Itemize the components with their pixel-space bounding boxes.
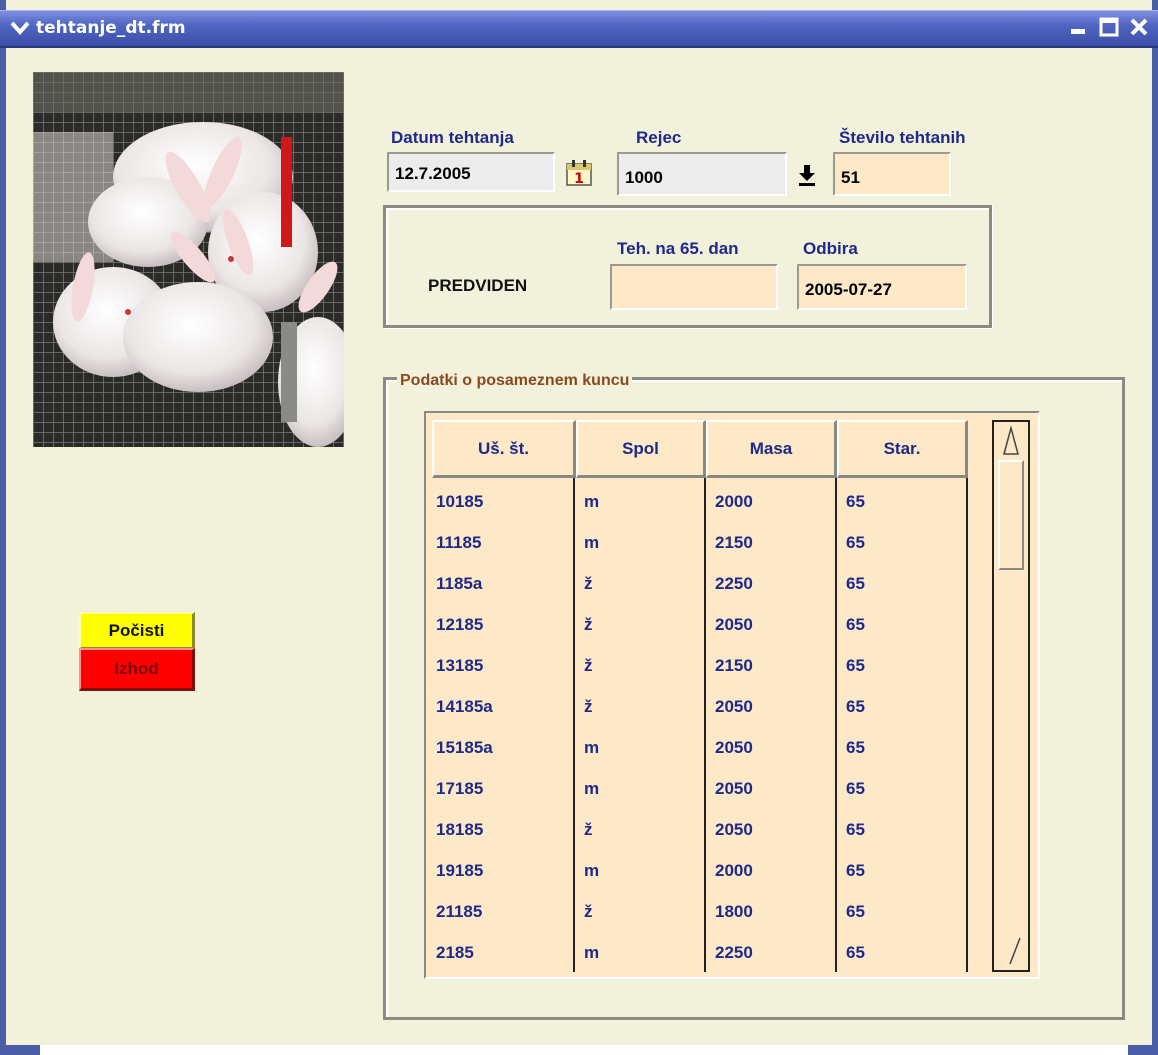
column-divider [704, 478, 706, 972]
close-icon-svg [1130, 18, 1148, 36]
cell-mass[interactable]: 1800 [715, 891, 753, 932]
download-arrow-icon[interactable] [790, 156, 824, 194]
cell-age[interactable]: 65 [846, 522, 865, 563]
cell-mass[interactable]: 2000 [715, 850, 753, 891]
rabbits-photo-svg [33, 72, 344, 447]
window-border-right [1128, 1045, 1158, 1055]
cell-sex[interactable]: ž [584, 563, 593, 604]
stevilo-field[interactable]: 51 [833, 152, 951, 196]
cell-id[interactable]: 17185 [436, 768, 483, 809]
cell-id[interactable]: 12185 [436, 604, 483, 645]
scroll-up-icon[interactable] [994, 424, 1028, 460]
title-bar[interactable]: tehtanje_dt.frm [0, 10, 1158, 48]
cell-sex[interactable]: ž [584, 645, 593, 686]
cell-age[interactable]: 65 [846, 481, 865, 522]
download-arrow-icon-svg [799, 165, 815, 186]
cell-id[interactable]: 2185 [436, 932, 474, 973]
cell-age[interactable]: 65 [846, 604, 865, 645]
cell-age[interactable]: 65 [846, 768, 865, 809]
column-header-age[interactable]: Star. [837, 420, 968, 478]
column-header-mass[interactable]: Masa [706, 420, 837, 478]
cell-id[interactable]: 18185 [436, 809, 483, 850]
minimize-icon-svg [1071, 29, 1085, 34]
scrollbar-thumb[interactable] [998, 460, 1024, 570]
cell-sex[interactable]: m [584, 932, 599, 973]
cell-mass[interactable]: 2050 [715, 686, 753, 727]
cell-id[interactable]: 10185 [436, 481, 483, 522]
cell-sex[interactable]: ž [584, 809, 593, 850]
cell-age[interactable]: 65 [846, 727, 865, 768]
cell-sex[interactable]: m [584, 768, 599, 809]
groupbox-label: Podatki o posameznem kuncu [397, 372, 633, 390]
column-header-sex[interactable]: Spol [576, 420, 706, 478]
calendar-icon[interactable]: 1 [562, 154, 596, 192]
cell-age[interactable]: 65 [846, 891, 865, 932]
table-scrollbar[interactable] [992, 420, 1030, 972]
cell-mass[interactable]: 2150 [715, 645, 753, 686]
window-border-left [0, 1045, 40, 1055]
odbira-field[interactable]: 2005-07-27 [797, 264, 967, 310]
column-header-id[interactable]: Uš. št. [432, 420, 576, 478]
maximize-icon[interactable] [1096, 16, 1122, 42]
cell-age[interactable]: 65 [846, 686, 865, 727]
window-title: tehtanje_dt.frm [36, 18, 186, 38]
rejec-label: Rejec [636, 128, 682, 147]
chevron-down-icon-svg [10, 21, 30, 36]
svg-text:1: 1 [574, 171, 584, 187]
odbira-label: Odbira [803, 239, 858, 258]
cell-id[interactable]: 21185 [436, 891, 482, 932]
column-divider [966, 478, 968, 972]
cell-id[interactable]: 15185a [436, 727, 493, 768]
cell-id[interactable]: 14185a [436, 686, 493, 727]
cell-mass[interactable]: 2050 [715, 809, 753, 850]
cell-sex[interactable]: m [584, 481, 599, 522]
cell-sex[interactable]: m [584, 522, 599, 563]
cell-mass[interactable]: 2050 [715, 604, 753, 645]
cell-mass[interactable]: 2050 [715, 727, 753, 768]
calendar-icon-svg: 1 [566, 160, 592, 187]
teh65-field[interactable] [610, 264, 778, 310]
stevilo-label: Število tehtanih [839, 128, 966, 147]
cell-mass[interactable]: 2250 [715, 563, 753, 604]
teh65-label: Teh. na 65. dan [617, 239, 739, 258]
cell-mass[interactable]: 2150 [715, 522, 753, 563]
rabbits-photo [33, 72, 344, 447]
cell-sex[interactable]: m [584, 727, 599, 768]
column-divider [573, 478, 575, 972]
cell-sex[interactable]: m [584, 850, 599, 891]
desktop-strip-bottom [0, 1045, 1158, 1055]
predviden-label: PREDVIDEN [428, 276, 528, 295]
cell-id[interactable]: 13185 [436, 645, 483, 686]
exit-button[interactable]: Izhod [79, 648, 195, 691]
minimize-icon[interactable] [1066, 16, 1092, 42]
cell-id[interactable]: 11185 [436, 522, 481, 563]
clear-button[interactable]: Počisti [79, 612, 195, 650]
cell-sex[interactable]: ž [584, 891, 593, 932]
cell-sex[interactable]: ž [584, 604, 593, 645]
cell-sex[interactable]: ž [584, 686, 593, 727]
cell-age[interactable]: 65 [846, 809, 865, 850]
cell-age[interactable]: 65 [846, 645, 865, 686]
datum-label: Datum tehtanja [391, 128, 514, 147]
close-icon[interactable] [1126, 16, 1152, 42]
scroll-down-icon[interactable] [994, 932, 1028, 968]
cell-age[interactable]: 65 [846, 563, 865, 604]
datum-field[interactable]: 12.7.2005 [387, 152, 555, 192]
cell-mass[interactable]: 2250 [715, 932, 753, 973]
chevron-down-icon[interactable] [8, 17, 32, 41]
cell-mass[interactable]: 2000 [715, 481, 753, 522]
maximize-icon-svg [1099, 17, 1119, 37]
cell-mass[interactable]: 2050 [715, 768, 753, 809]
cell-id[interactable]: 19185 [436, 850, 483, 891]
cell-age[interactable]: 65 [846, 850, 865, 891]
cell-age[interactable]: 65 [846, 932, 865, 973]
cell-id[interactable]: 1185a [436, 563, 482, 604]
rejec-field[interactable]: 1000 [617, 152, 787, 196]
column-divider [835, 478, 837, 972]
